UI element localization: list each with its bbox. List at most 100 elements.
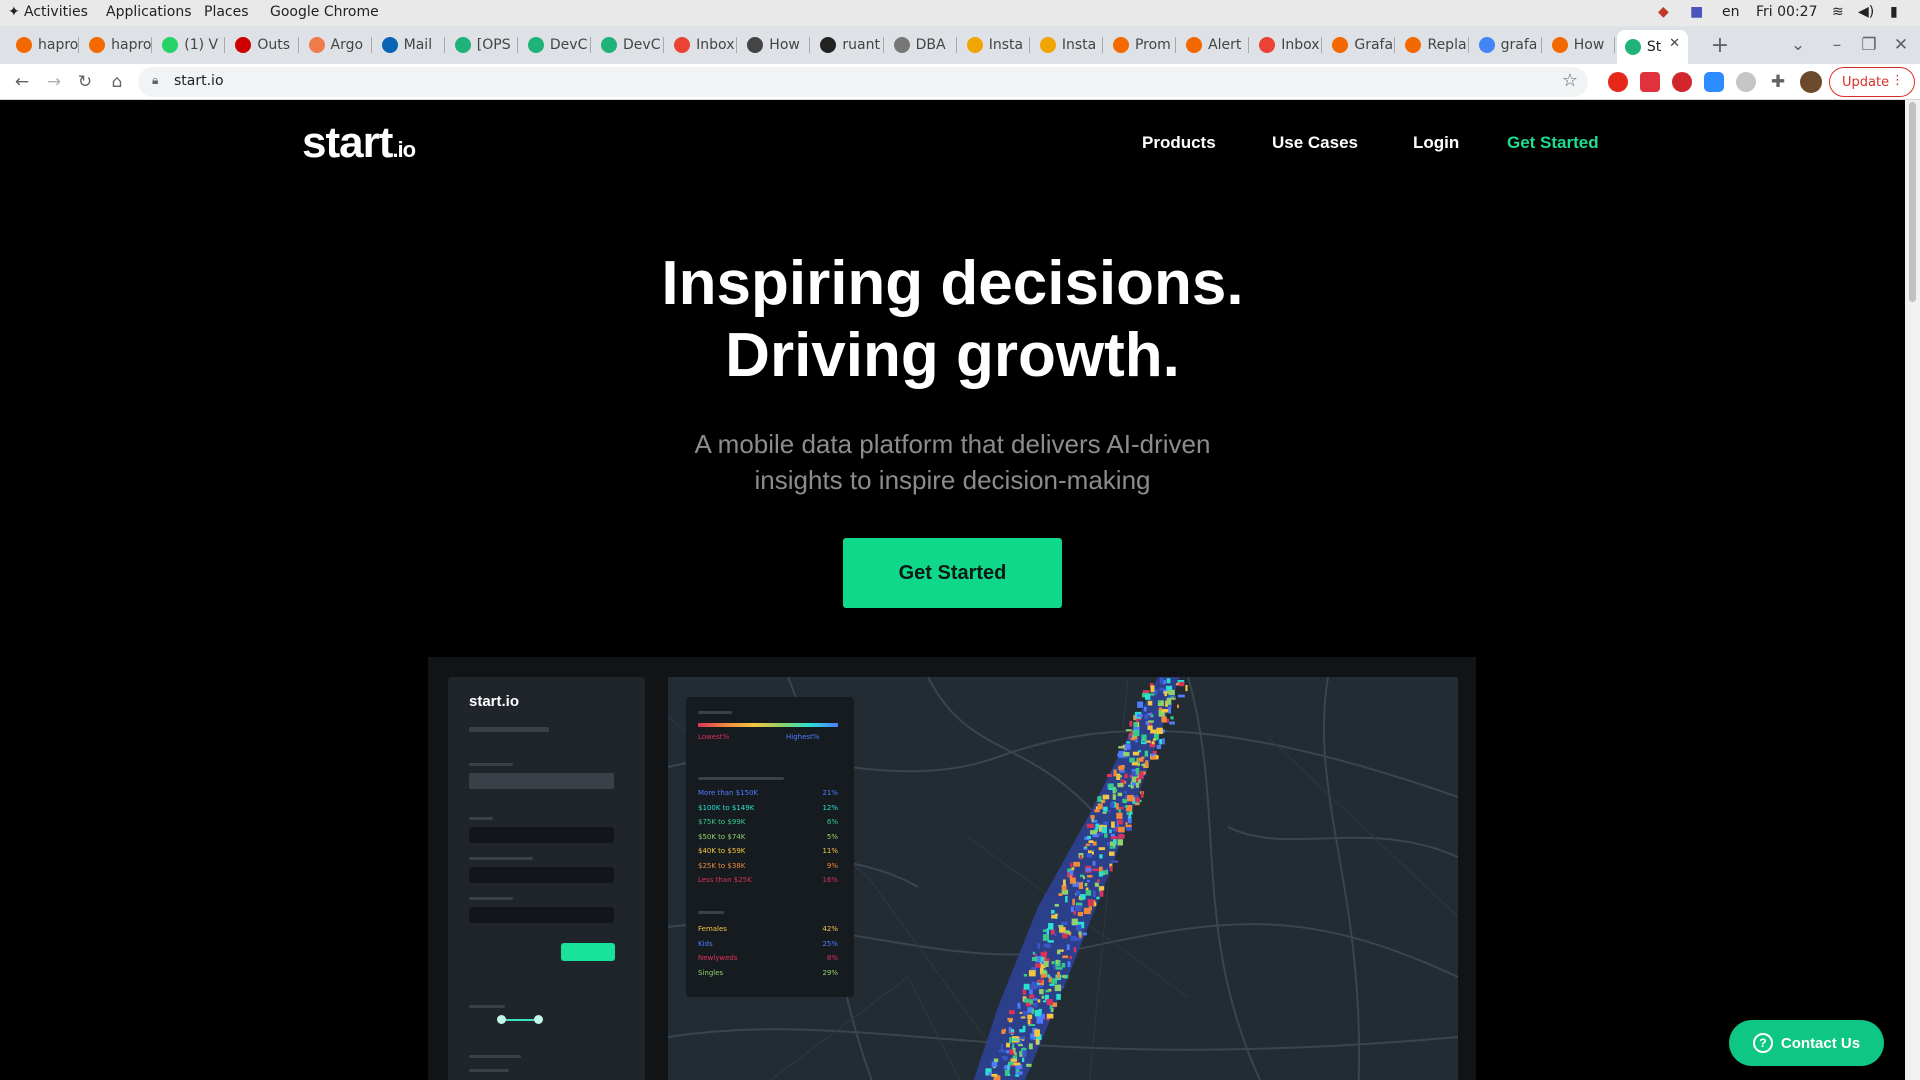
home-icon[interactable]: ⌂ [105,70,129,94]
tab-17[interactable]: Inbox [1251,30,1323,60]
tab-14[interactable]: Insta [1032,30,1103,60]
close-tab-icon[interactable]: ✕ [1669,36,1680,51]
tab-title: Alert [1208,37,1242,53]
tab-22[interactable]: St ✕ [1616,30,1688,64]
restore-icon[interactable]: ❐ [1857,33,1881,57]
back-icon[interactable]: ← [10,70,34,94]
battery-icon[interactable]: ▮ [1890,4,1898,20]
map-block [1102,799,1106,804]
app-menu[interactable]: Google Chrome [270,4,379,20]
legend-row-label: Females [698,925,727,933]
legend-row: $25K to $38K 9% [698,862,838,870]
legend-row-pct: 42% [822,925,838,933]
applications-menu[interactable]: Applications [106,4,192,20]
tab-4[interactable]: Argo [301,30,372,60]
nav-login[interactable]: Login [1413,133,1459,153]
youtube-extension-icon[interactable] [1640,72,1660,92]
map-block [1150,729,1157,734]
map-block [1151,756,1156,760]
new-tab-icon[interactable]: + [1708,33,1732,58]
puzzle-extensions-icon[interactable]: ✚ [1766,70,1790,94]
map-block [1097,832,1103,836]
tab-16[interactable]: Alert [1178,30,1250,60]
forward-icon[interactable]: → [42,70,66,94]
map-block [1070,877,1076,884]
map-block [1045,989,1050,993]
close-window-icon[interactable]: ✕ [1889,33,1913,57]
url-text[interactable]: start.io [174,73,224,89]
tab-19[interactable]: Repla [1397,30,1469,60]
tab-20[interactable]: grafa [1471,30,1542,60]
volume-icon[interactable]: ◀) [1858,4,1874,20]
map-block [1086,823,1094,828]
legend-row: $40K to $59K 11% [698,847,838,855]
update-button[interactable]: Update ⋮ [1829,67,1915,97]
kebab-menu-icon[interactable]: ⋮ [1891,73,1904,88]
map-block [1092,868,1100,872]
keyboard-layout[interactable]: en [1722,4,1740,20]
tab-9[interactable]: Inbox [666,30,738,60]
tab-15[interactable]: Prom [1105,30,1177,60]
map-block [1144,750,1149,757]
nav-use-cases[interactable]: Use Cases [1272,133,1358,153]
minimize-icon[interactable]: – [1825,33,1849,57]
wifi-icon[interactable]: ≋ [1832,4,1844,20]
tab-3[interactable]: Outs [227,30,299,60]
places-menu[interactable]: Places [204,4,249,20]
mock-bar [469,897,513,900]
map-block [1168,689,1175,695]
address-bar[interactable]: 🔒︎ start.io ☆ [138,67,1588,97]
map-block [1051,978,1058,984]
tab-6[interactable]: [OPS [447,30,518,60]
hero-get-started-button[interactable]: Get Started [843,538,1062,608]
tab-12[interactable]: DBA [886,30,957,60]
tab-title: How [769,37,800,53]
tab-0[interactable]: hapro [8,30,80,60]
map-block [1109,865,1113,872]
mock-sidebar: start.io [448,677,645,1080]
map-block [1033,998,1038,1001]
tab-13[interactable]: Insta [959,30,1030,60]
bookmark-star-icon[interactable]: ☆ [1562,70,1578,91]
site-logo[interactable]: start.io [302,118,416,168]
tab-1[interactable]: hapro [81,30,153,60]
teams-icon[interactable]: ■ [1690,4,1703,20]
nav-get-started[interactable]: Get Started [1507,133,1599,153]
map-block [1117,792,1123,797]
shield-icon[interactable]: ◆ [1658,4,1669,20]
page-scrollbar[interactable] [1905,100,1920,1080]
tab-separator [736,37,738,53]
extension-icon[interactable] [1736,72,1756,92]
map-block [1034,1029,1040,1037]
activities-menu[interactable]: Activities [24,4,88,20]
tab-2[interactable]: (1) V [154,30,226,60]
tab-10[interactable]: How [739,30,811,60]
tab-search-icon[interactable]: ⌄ [1786,33,1810,57]
tab-21[interactable]: How [1544,30,1615,60]
opera-extension-icon[interactable] [1608,72,1628,92]
map-block [1177,704,1179,708]
contact-us-button[interactable]: ? Contact Us [1729,1020,1884,1066]
map-block [1087,899,1094,906]
map-block [993,1058,999,1062]
map-block [1099,890,1104,897]
tab-5[interactable]: Mail [374,30,445,60]
map-block [1071,918,1078,925]
atlassian-icon [601,37,618,53]
nav-products[interactable]: Products [1142,133,1216,153]
zoom-extension-icon[interactable] [1704,72,1724,92]
clock[interactable]: Fri 00:27 [1756,4,1817,20]
lastpass-extension-icon[interactable] [1672,72,1692,92]
map-block [1023,998,1030,1003]
lock-icon[interactable]: 🔒︎ [152,73,158,88]
map-block [1029,994,1035,999]
scrollbar-thumb[interactable] [1909,102,1916,302]
map-block [1084,846,1087,849]
map-block [1118,834,1125,839]
reload-icon[interactable]: ↻ [73,70,97,94]
profile-avatar[interactable] [1800,71,1822,93]
tab-7[interactable]: DevC [520,30,592,60]
tab-11[interactable]: ruant [812,30,884,60]
tab-8[interactable]: DevC [593,30,665,60]
tab-18[interactable]: Grafa [1324,30,1396,60]
